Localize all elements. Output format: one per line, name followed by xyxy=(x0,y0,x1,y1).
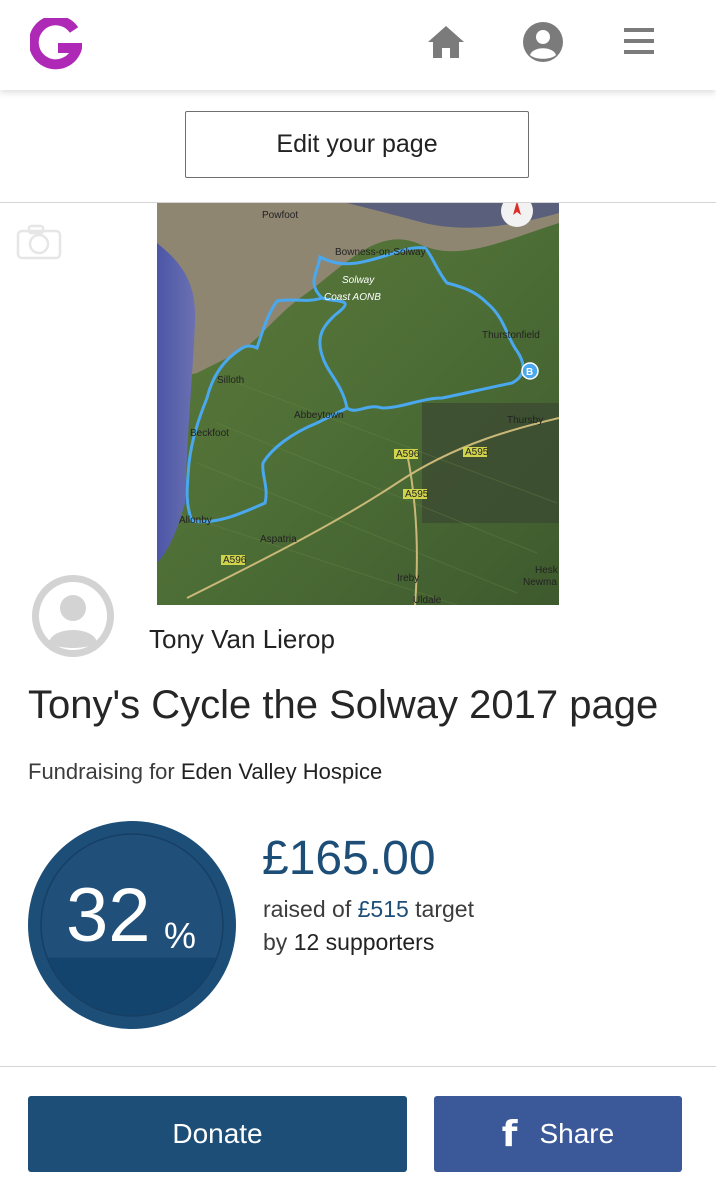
supporters-count[interactable]: 12 supporters xyxy=(294,929,435,955)
home-icon[interactable] xyxy=(424,20,468,64)
svg-text:Beckfoot: Beckfoot xyxy=(190,428,229,439)
svg-text:A596: A596 xyxy=(223,555,247,566)
amount-raised: £165.00 xyxy=(262,832,436,885)
svg-text:A595: A595 xyxy=(465,447,489,458)
svg-text:Powfoot: Powfoot xyxy=(262,210,298,221)
svg-text:Solway: Solway xyxy=(342,275,375,286)
svg-text:A595: A595 xyxy=(405,489,429,500)
progress-percent-sign: % xyxy=(164,915,197,956)
page-title: Tony's Cycle the Solway 2017 page xyxy=(28,683,659,727)
hamburger-menu-icon[interactable] xyxy=(617,20,661,64)
svg-text:Abbeytown: Abbeytown xyxy=(294,410,343,421)
fundraising-for-line: Fundraising for Eden Valley Hospice xyxy=(28,759,382,785)
raised-of-target: raised of £515 target xyxy=(263,896,474,923)
share-button[interactable]: f Share xyxy=(434,1096,682,1172)
svg-text:Thursby: Thursby xyxy=(507,415,543,426)
svg-text:B: B xyxy=(526,367,533,378)
divider xyxy=(0,1066,716,1067)
camera-icon[interactable] xyxy=(16,224,62,260)
target-amount: £515 xyxy=(357,896,409,922)
cover-map-image: B Powfoot Bowness-on-Solway Solway Coast… xyxy=(157,203,559,605)
donate-button[interactable]: Donate xyxy=(28,1096,407,1172)
svg-text:Silloth: Silloth xyxy=(217,375,244,386)
fundraising-prefix: Fundraising for xyxy=(28,759,175,784)
owner-name[interactable]: Tony Van Lierop xyxy=(149,624,335,655)
share-label: Share xyxy=(539,1118,615,1149)
charity-link[interactable]: Eden Valley Hospice xyxy=(181,759,382,784)
svg-text:Thurstonfield: Thurstonfield xyxy=(482,330,540,341)
svg-text:Allonby: Allonby xyxy=(179,515,212,526)
edit-page-section: Edit your page xyxy=(0,90,716,203)
svg-text:Coast AONB: Coast AONB xyxy=(324,292,381,303)
target-suffix: target xyxy=(415,896,474,922)
svg-text:Uldale: Uldale xyxy=(413,595,442,605)
svg-text:Aspatria: Aspatria xyxy=(260,534,297,545)
svg-text:A596: A596 xyxy=(396,449,420,460)
avatar[interactable] xyxy=(31,574,115,658)
svg-text:Ireby: Ireby xyxy=(397,573,419,584)
raised-prefix: raised of xyxy=(263,896,352,922)
svg-text:Hesk: Hesk xyxy=(535,565,559,576)
svg-text:Bowness-on-Solway: Bowness-on-Solway xyxy=(335,247,426,258)
facebook-icon: f xyxy=(501,1113,518,1155)
by-prefix: by xyxy=(263,929,288,955)
svg-text:Newma: Newma xyxy=(523,577,557,588)
justgiving-logo[interactable] xyxy=(30,18,82,70)
top-navigation-bar xyxy=(0,0,716,90)
user-icon[interactable] xyxy=(521,20,565,64)
progress-percent: 32 xyxy=(66,873,151,958)
supporters-count-line: by 12 supporters xyxy=(263,929,434,956)
edit-your-page-button[interactable]: Edit your page xyxy=(185,111,529,178)
